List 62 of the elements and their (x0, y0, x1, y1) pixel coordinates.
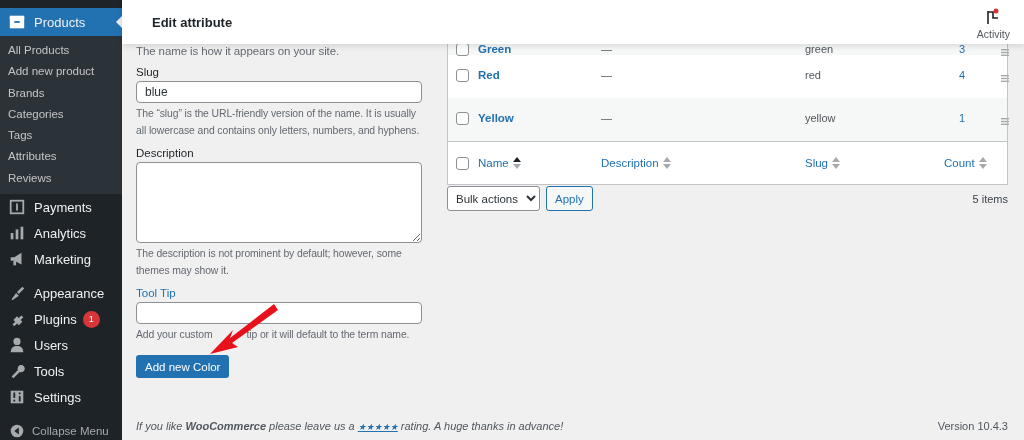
row-checkbox[interactable] (456, 112, 469, 125)
activity-button[interactable]: Activity (976, 8, 1010, 40)
drag-handle-icon[interactable] (1001, 46, 1009, 58)
bulk-actions-dropdown[interactable]: Bulk actions (447, 186, 540, 211)
text-field[interactable]: blue (136, 81, 422, 103)
collapse-menu-button[interactable]: Collapse Menu (0, 418, 122, 440)
submenu-item[interactable]: All Products (0, 40, 122, 62)
table-cell-text: green (805, 43, 835, 55)
menu-item[interactable]: Products (0, 8, 122, 36)
term-link[interactable]: Yellow (478, 112, 601, 124)
select-all-checkbox[interactable] (456, 156, 469, 170)
column-header[interactable]: Slug (805, 157, 944, 169)
submenu-item[interactable]: Add new product (0, 61, 122, 83)
update-count-badge: 1 (82, 310, 100, 328)
menu-item[interactable]: Tools (0, 358, 122, 385)
column-header[interactable]: Name (478, 157, 601, 169)
menu-item[interactable]: Appearance (0, 280, 122, 307)
drag-handle-icon[interactable] (1001, 72, 1009, 84)
count-link[interactable]: 3 (944, 43, 1000, 55)
table-cell-text: — (601, 43, 613, 55)
help-text: The description is not prominent by default; however, some themes may show it. (136, 247, 403, 278)
drag-handle-icon[interactable] (1001, 115, 1009, 127)
menu-item[interactable]: Marketing (0, 246, 122, 273)
column-header[interactable]: Count (944, 157, 1000, 169)
table-cell-text: red (805, 69, 822, 81)
footer-text: If you like WooCommerce please leave us a ★★★★★ rating. A huge thanks in advance! (136, 420, 564, 432)
field-label: Tool Tip (136, 287, 177, 299)
menu-item[interactable]: Analytics (0, 220, 122, 247)
rating-link[interactable]: ★★★★★ (357, 422, 398, 432)
count-link[interactable]: 4 (944, 69, 1000, 81)
field-label: Description (136, 147, 195, 159)
page-title: Edit attribute (152, 14, 233, 30)
term-link[interactable]: Green (478, 43, 601, 55)
submenu-item[interactable]: Attributes (0, 146, 122, 168)
user-icon (8, 336, 26, 355)
table-cell-text: — (601, 112, 613, 124)
apply-button[interactable]: Apply (546, 186, 593, 211)
version-text: Version 10.4.3 (937, 420, 1008, 432)
add-button[interactable]: Add new Color (136, 355, 230, 378)
text-field[interactable] (136, 302, 422, 324)
submenu-item[interactable]: Reviews (0, 167, 122, 190)
menu-item[interactable]: Users (0, 332, 122, 359)
menu-item[interactable]: Plugins 1 (0, 306, 122, 333)
help-text: tip or it will default to the term name. (246, 329, 410, 340)
menu-item[interactable]: Settings (0, 384, 122, 411)
menu-item[interactable]: Payments (0, 194, 122, 221)
table-cell-text: yellow (805, 112, 837, 124)
help-text: Add your custom (136, 329, 213, 340)
help-text: The name is how it appears on your site. (136, 44, 341, 58)
submenu-item[interactable]: Brands (0, 82, 122, 104)
count-link[interactable]: 1 (944, 112, 1000, 124)
term-link[interactable]: Red (478, 69, 601, 81)
table-cell-text: — (601, 69, 613, 81)
submenu-item[interactable]: Tags (0, 125, 122, 147)
description-field[interactable] (136, 162, 422, 243)
help-text: The “slug” is the URL-friendly version of the name. It is usually all lowercase and contains only letters, numbers, and hyphens. (136, 107, 421, 138)
field-label: Slug (136, 66, 161, 78)
item-count: 5 items (972, 192, 1008, 205)
column-header[interactable]: Description (601, 157, 805, 169)
submenu-item[interactable]: Categories (0, 103, 122, 126)
box-icon (8, 13, 26, 31)
row-checkbox[interactable] (456, 69, 469, 82)
